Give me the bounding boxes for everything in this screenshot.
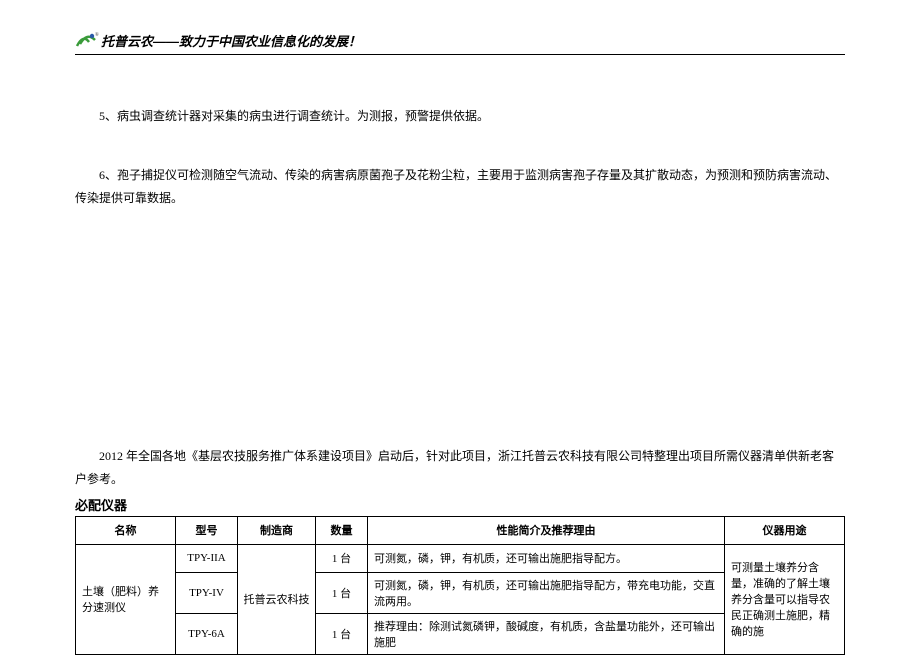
header-separator: —— [153,34,179,49]
cell-perf: 可测氮，磷，钾，有机质，还可输出施肥指导配方，带充电功能，交直流两用。 [368,572,725,613]
header-title: 托普云农——致力于中国农业信息化的发展！ [101,31,361,50]
cell-model: TPY-IV [176,572,238,613]
logo-icon: ® [75,30,99,50]
cell-qty: 1 台 [316,544,368,572]
page-header: ® 托普云农——致力于中国农业信息化的发展！ [75,30,845,55]
svg-text:®: ® [95,32,99,38]
th-maker: 制造商 [238,516,316,544]
th-name: 名称 [76,516,176,544]
cell-qty: 1 台 [316,572,368,613]
instrument-table: 名称 型号 制造商 数量 性能简介及推荐理由 仪器用途 土壤（肥料）养分速测仪 … [75,516,845,655]
table-row: 土壤（肥料）养分速测仪 TPY-IIA 托普云农科技 1 台 可测氮，磷，钾，有… [76,544,845,572]
vertical-spacer [75,245,845,445]
intro-paragraph: 2012 年全国各地《基层农技服务推广体系建设项目》启动后，针对此项目，浙江托普… [75,445,845,491]
cell-perf: 推荐理由：除测试氮磷钾，酸碱度，有机质，含盐量功能外，还可输出施肥 [368,613,725,654]
cell-product-name: 土壤（肥料）养分速测仪 [76,544,176,654]
cell-maker: 托普云农科技 [238,544,316,654]
th-qty: 数量 [316,516,368,544]
th-use: 仪器用途 [725,516,845,544]
th-model: 型号 [176,516,238,544]
paragraph-5: 5、病虫调查统计器对采集的病虫进行调查统计。为测报，预警提供依据。 [75,105,845,128]
cell-model: TPY-6A [176,613,238,654]
th-perf: 性能简介及推荐理由 [368,516,725,544]
cell-perf: 可测氮，磷，钾，有机质，还可输出施肥指导配方。 [368,544,725,572]
table-header-row: 名称 型号 制造商 数量 性能简介及推荐理由 仪器用途 [76,516,845,544]
company-name: 托普云农 [101,34,153,49]
section-title: 必配仪器 [75,495,845,514]
cell-model: TPY-IIA [176,544,238,572]
header-slogan: 致力于中国农业信息化的发展！ [179,34,361,49]
cell-qty: 1 台 [316,613,368,654]
paragraph-6: 6、孢子捕捉仪可检测随空气流动、传染的病害病原菌孢子及花粉尘粒，主要用于监测病害… [75,164,845,210]
cell-use: 可测量土壤养分含量，准确的了解土壤养分含量可以指导农民正确测土施肥，精确的施 [725,544,845,654]
